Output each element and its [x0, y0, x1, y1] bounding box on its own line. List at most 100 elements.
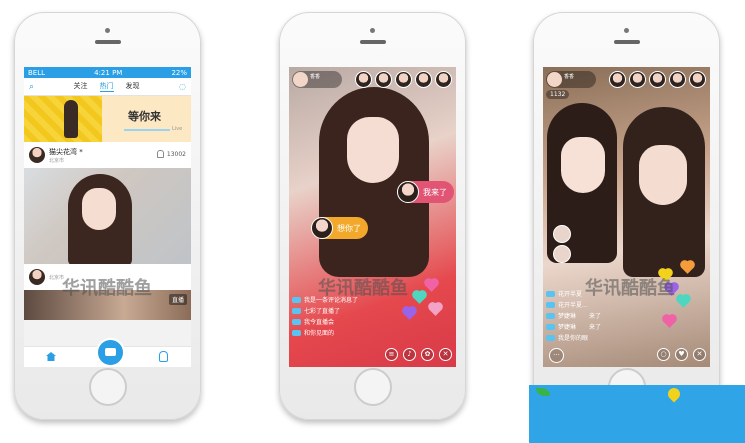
chat-text: 我是一条评论消息了 — [304, 297, 359, 304]
top-nav: ⌕ 关注 热门 发现 ◌ — [24, 78, 191, 96]
banner-underline — [124, 129, 170, 131]
chat-tail: 来了 — [589, 324, 602, 331]
audience-avatar[interactable] — [609, 71, 626, 88]
person-icon — [156, 150, 164, 158]
audience-avatar[interactable] — [629, 71, 646, 88]
banner-title: 等你来 — [128, 110, 161, 123]
stream-thumbnail-2[interactable]: 直播 — [24, 290, 191, 320]
go-live-button[interactable] — [96, 338, 125, 367]
heart-icon — [429, 303, 442, 316]
message-icon[interactable]: ◌ — [179, 82, 186, 91]
avatar — [397, 181, 419, 203]
stream-thumbnail[interactable] — [24, 168, 191, 264]
like-button[interactable]: ○ — [657, 348, 670, 361]
viewer-count: 13002 — [156, 150, 186, 158]
banner-tag: Live — [172, 126, 183, 132]
heart-icon — [659, 269, 672, 282]
level-badge — [292, 307, 301, 314]
feed-screen: BELL 4:21 PM 22% ⌕ 关注 热门 发现 ◌ 等你来 Live 猫… — [24, 67, 191, 367]
streamer-name: 猫尖花湾 * — [49, 147, 83, 156]
chat-message: 七彩了直播了 — [292, 306, 358, 315]
level-badge — [546, 312, 555, 319]
host-name: 香香 — [310, 74, 321, 80]
audience-avatar[interactable] — [649, 71, 666, 88]
chat-text: 花开半夏 — [558, 291, 583, 298]
streamer-location: 北京市 — [49, 274, 65, 281]
heart-icon — [665, 283, 678, 296]
heart-icon — [677, 295, 690, 308]
level-badge — [292, 318, 301, 325]
promo-banner[interactable]: 等你来 Live — [24, 96, 191, 142]
gift-button[interactable]: ✿ — [421, 348, 434, 361]
phone-mockup-feed: BELL 4:21 PM 22% ⌕ 关注 热门 发现 ◌ 等你来 Live 猫… — [14, 12, 201, 420]
chat-text: 梦婕琳 — [558, 313, 577, 320]
bottom-tab-bar — [24, 338, 191, 367]
stream-card-header-2[interactable]: 北京市 — [24, 264, 191, 290]
earpiece — [94, 40, 121, 44]
clock: 4:21 PM — [94, 68, 123, 77]
live-badge: 直播 — [168, 294, 187, 305]
audience-avatars — [609, 71, 706, 88]
host-info[interactable]: 香香 — [292, 71, 342, 88]
chat-list: 花开半夏 花开半夏... 梦婕琳 来了 梦婕琳 来了 我是你的眼 — [546, 289, 601, 342]
join-bubble: 我来了 — [397, 181, 454, 203]
home-button[interactable] — [353, 368, 392, 406]
host-avatar — [293, 72, 308, 87]
front-camera — [623, 28, 629, 33]
host-info[interactable]: 香香 — [546, 71, 596, 88]
video-camera-icon — [105, 348, 116, 356]
profile-icon[interactable] — [159, 351, 168, 362]
live-screen: 香香 1132 花开半夏 花开半夏... 梦婕琳 来了 梦婕琳 来了 我是你的眼 ·… — [543, 67, 710, 367]
chat-button[interactable]: ··· — [549, 348, 564, 363]
streamer-location: 北京市 — [49, 157, 65, 164]
audience-count: 1132 — [546, 90, 570, 99]
bubble-text: 想你了 — [337, 223, 361, 233]
audience-avatar[interactable] — [669, 71, 686, 88]
chat-message: 花开半夏... — [546, 300, 601, 309]
audience-avatars — [355, 71, 452, 88]
level-badge — [546, 290, 555, 297]
tab-follow[interactable]: 关注 — [74, 81, 88, 92]
chat-message: 我是一条评论消息了 — [292, 295, 358, 304]
audience-avatar[interactable] — [375, 71, 392, 88]
audience-avatar[interactable] — [395, 71, 412, 88]
avatar[interactable] — [29, 269, 45, 285]
earpiece — [359, 40, 386, 44]
audience-avatar[interactable] — [415, 71, 432, 88]
chat-tail: 来了 — [589, 313, 602, 320]
gift-avatar — [553, 245, 571, 263]
chat-button[interactable]: ≡ — [385, 348, 398, 361]
close-button[interactable]: ✕ — [439, 348, 452, 361]
avatar — [311, 217, 333, 239]
music-button[interactable]: ♪ — [403, 348, 416, 361]
chat-message: 我今直播会 — [292, 317, 358, 326]
stream-card-header[interactable]: 猫尖花湾 * 北京市 13002 — [24, 142, 191, 168]
heart-icon — [425, 279, 438, 292]
chat-message: 梦婕琳 来了 — [546, 322, 601, 331]
earpiece — [613, 40, 640, 44]
close-button[interactable]: ✕ — [693, 348, 706, 361]
status-bar: BELL 4:21 PM 22% — [24, 67, 191, 78]
gift-button[interactable]: ♥ — [675, 348, 688, 361]
audience-avatar[interactable] — [689, 71, 706, 88]
chat-text: 和你见面的 — [304, 330, 335, 337]
home-icon[interactable] — [46, 352, 56, 361]
tab-hot[interactable]: 热门 — [99, 81, 114, 92]
home-button[interactable] — [88, 368, 127, 406]
level-badge — [292, 329, 301, 336]
corner-sticker — [529, 385, 745, 443]
level-badge — [546, 334, 555, 341]
audience-avatar[interactable] — [435, 71, 452, 88]
avatar[interactable] — [29, 147, 45, 163]
search-icon[interactable]: ⌕ — [29, 82, 34, 92]
front-camera — [369, 28, 375, 33]
tab-discover[interactable]: 发现 — [126, 81, 140, 92]
audience-avatar[interactable] — [355, 71, 372, 88]
battery-label: 22% — [171, 68, 187, 77]
level-badge — [546, 323, 555, 330]
chat-list: 我是一条评论消息了 七彩了直播了 我今直播会 和你见面的 — [292, 295, 358, 337]
banner-graphic — [24, 96, 102, 142]
chat-message: 和你见面的 — [292, 328, 358, 337]
host-avatar — [547, 72, 562, 87]
front-camera — [104, 28, 110, 33]
